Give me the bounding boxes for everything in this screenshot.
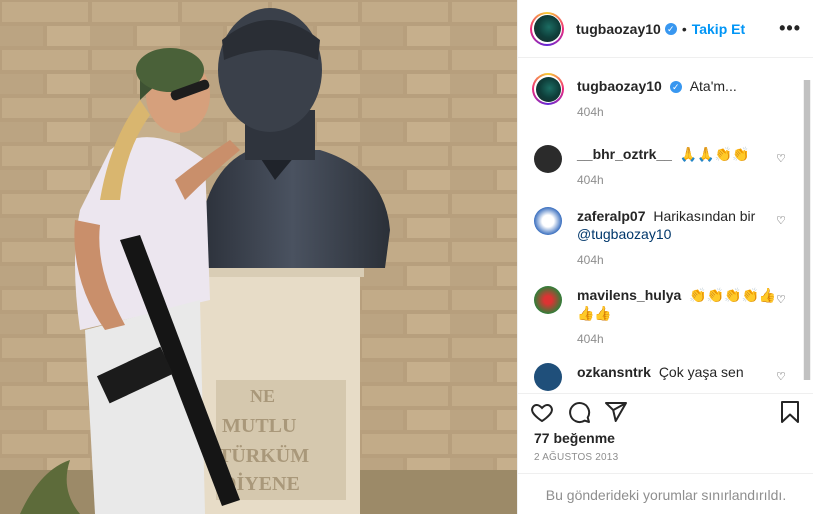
share-icon[interactable] <box>604 400 628 424</box>
comment-time[interactable]: 404h <box>577 105 784 119</box>
comment-item: ozkansntrk Çok yaşa sen <box>534 363 784 391</box>
more-options-icon[interactable]: ••• <box>779 18 801 39</box>
comment-avatar[interactable] <box>532 73 564 105</box>
comment-time[interactable]: 404h <box>577 332 784 346</box>
inscription-line-3: TÜRKÜM <box>218 444 309 467</box>
scrollbar-thumb[interactable] <box>804 80 810 380</box>
comment-avatar[interactable] <box>534 363 562 391</box>
comment-avatar[interactable] <box>534 145 562 173</box>
comment-text-continued: 👍👍 <box>577 305 612 321</box>
comment-item: zaferalp07 Harikasından bir @tugbaozay10… <box>534 207 784 267</box>
post-date[interactable]: 2 AĞUSTOS 2013 <box>534 452 618 463</box>
likes-count[interactable]: 77 beğenme <box>534 430 615 446</box>
separator-dot: • <box>681 20 687 37</box>
author-avatar[interactable] <box>530 11 564 46</box>
verified-badge-icon: ✓ <box>664 22 677 35</box>
comment-mention[interactable]: @tugbaozay10 <box>577 226 671 242</box>
inscription-line-1: NE <box>250 386 275 406</box>
comments-limited-notice: Bu gönderideki yorumlar sınırlandırıldı. <box>518 473 813 514</box>
comment-like-icon[interactable]: ♡ <box>776 214 788 227</box>
comment-text: Ata'm... <box>689 78 737 94</box>
comments-scrollbar[interactable] <box>803 80 811 380</box>
comment-username[interactable]: ozkansntrk <box>577 364 651 380</box>
author-username[interactable]: tugbaozay10 <box>576 21 661 37</box>
post-header: tugbaozay10 ✓ • Takip Et ••• <box>518 0 813 58</box>
verified-badge-icon: ✓ <box>669 81 682 94</box>
photo-illustration: NE MUTLU TÜRKÜM DİYENE <box>0 0 517 514</box>
comment-text: 🙏🙏👏👏 <box>679 146 750 162</box>
comment-username[interactable]: mavilens_hulya <box>577 287 681 303</box>
post-side-panel: tugbaozay10 ✓ • Takip Et ••• tugbaozay10… <box>517 0 813 514</box>
comment-like-icon[interactable]: ♡ <box>776 152 788 165</box>
comment-item: mavilens_hulya 👏👏👏👏👍 👍👍 404h <box>534 286 784 346</box>
comment-text: Çok yaşa sen <box>658 364 744 380</box>
comment-like-icon[interactable]: ♡ <box>776 293 788 306</box>
comment-item: tugbaozay10 ✓ Ata'm... 404h <box>532 73 784 119</box>
bookmark-icon[interactable] <box>778 400 802 424</box>
comment-username[interactable]: __bhr_oztrk__ <box>577 146 672 162</box>
post-photo: NE MUTLU TÜRKÜM DİYENE <box>0 0 517 514</box>
comment-icon[interactable] <box>567 400 591 424</box>
heart-icon[interactable] <box>530 400 554 424</box>
comment-item: __bhr_oztrk__ 🙏🙏👏👏 404h <box>534 145 784 187</box>
comment-time[interactable]: 404h <box>577 173 784 187</box>
comment-username[interactable]: zaferalp07 <box>577 208 645 224</box>
comments-list: tugbaozay10 ✓ Ata'm... 404h __bhr_oztrk__… <box>518 59 813 393</box>
comment-time[interactable]: 404h <box>577 253 784 267</box>
comment-avatar[interactable] <box>534 286 562 314</box>
comment-text: 👏👏👏👏👍 <box>689 287 777 303</box>
comment-text: Harikasından bir <box>653 208 756 224</box>
comment-username[interactable]: tugbaozay10 <box>577 78 662 94</box>
post-actions: 77 beğenme 2 AĞUSTOS 2013 Bu gönderideki… <box>518 393 813 514</box>
comment-avatar[interactable] <box>534 207 562 235</box>
follow-button[interactable]: Takip Et <box>692 21 745 37</box>
inscription-line-2: MUTLU <box>222 415 296 437</box>
comment-like-icon[interactable]: ♡ <box>776 370 788 383</box>
